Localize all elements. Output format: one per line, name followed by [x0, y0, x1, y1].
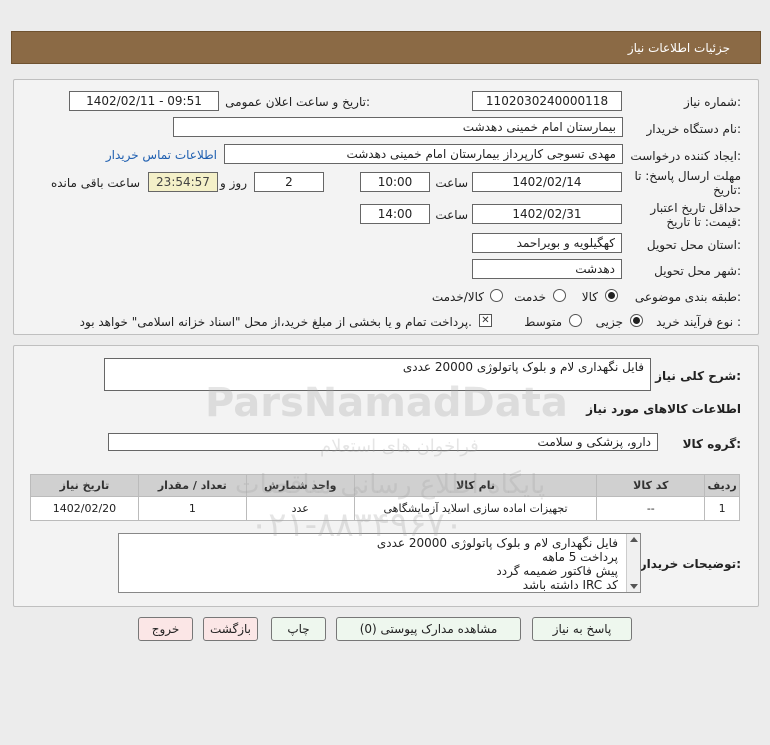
goods-table: ردیف کد کالا نام کالا واحد شمارش تعداد /… [30, 474, 740, 521]
cell-quantity: 1 [137, 496, 247, 521]
radio-selected-dot [633, 317, 640, 324]
process-option-medium: متوسط [524, 315, 562, 329]
days-remaining-field[interactable]: 2 [254, 172, 324, 192]
attachments-button[interactable]: مشاهده مدارک پیوستی (0) [336, 617, 521, 641]
goods-info-title: اطلاعات کالاهای مورد نیاز [586, 402, 741, 416]
category-option-goods-service: کالا/خدمت [431, 290, 484, 304]
process-radio-medium[interactable] [569, 314, 582, 327]
validity-time-label: ساعت [435, 208, 468, 222]
cell-unit: عدد [245, 496, 355, 521]
province-field[interactable]: کهگیلویه و بویراحمد [472, 233, 622, 253]
general-description-field[interactable]: فایل نگهداری لام و بلوک پاتولوژی 20000 ع… [104, 358, 651, 391]
col-quantity: تعداد / مقدار [137, 474, 247, 497]
table-header-row: ردیف کد کالا نام کالا واحد شمارش تعداد /… [30, 474, 740, 497]
validity-label-date: قیمت: تا تاریخ: [666, 215, 741, 229]
validity-date-field[interactable]: 1402/02/31 [472, 204, 622, 224]
need-number-field[interactable]: 1102030240000118 [472, 91, 622, 111]
buyer-notes-label: توضیحات خریدار: [639, 557, 741, 571]
print-button[interactable]: چاپ [271, 617, 326, 641]
remaining-time-label: ساعت باقی مانده [50, 176, 140, 190]
exit-button[interactable]: خروج [138, 617, 193, 641]
treasury-payment-checkbox[interactable]: ✕ [479, 314, 492, 327]
validity-label: حداقل تاریخ اعتبار [650, 201, 741, 215]
announce-datetime-field[interactable]: 1402/02/11 - 09:51 [69, 91, 219, 111]
scroll-up-icon[interactable] [629, 537, 638, 542]
reply-button[interactable]: پاسخ به نیاز [532, 617, 632, 641]
page-header: جزئیات اطلاعات نیاز [11, 31, 761, 64]
deadline-time-field[interactable]: 10:00 [360, 172, 430, 192]
deadline-date-field[interactable]: 1402/02/14 [472, 172, 622, 192]
category-option-goods: کالا [581, 290, 598, 304]
province-label: استان محل تحویل: [646, 238, 741, 252]
cell-row-number: 1 [704, 496, 740, 521]
cell-need-date: 1402/02/20 [30, 496, 139, 521]
goods-group-label: گروه کالا: [682, 437, 741, 451]
deadline-label-date: تاریخ: [713, 183, 741, 197]
col-goods-code: کد کالا [596, 474, 706, 497]
table-row[interactable]: 1 -- تجهیزات اماده سازی اسلاید آزمایشگاه… [30, 496, 740, 521]
category-radio-service[interactable] [553, 289, 566, 302]
buyer-notes-textarea[interactable]: فایل نگهداری لام و بلوک پاتولوژی 20000 ع… [118, 533, 641, 593]
process-option-minor: جزیی [595, 315, 623, 329]
radio-selected-dot [608, 292, 615, 299]
need-number-label: شماره نیاز: [683, 95, 741, 109]
category-radio-goods[interactable] [605, 289, 618, 302]
process-type-label: نوع فرآیند خرید : [656, 315, 741, 329]
buyer-org-field[interactable]: بیمارستان امام خمینی دهدشت [173, 117, 623, 137]
validity-time-field[interactable]: 14:00 [360, 204, 430, 224]
buyer-org-label: نام دستگاه خریدار: [646, 122, 742, 136]
scroll-down-icon[interactable] [630, 584, 638, 589]
back-button[interactable]: بازگشت [203, 617, 258, 641]
col-goods-name: نام کالا [353, 474, 598, 497]
category-radio-goods-service[interactable] [490, 289, 503, 302]
creator-label: ایجاد کننده درخواست: [630, 149, 741, 163]
category-label: طبقه بندی موضوعی: [634, 290, 741, 304]
notes-line: پیش فاکتور ضمیمه گردد [496, 564, 618, 578]
page-title: جزئیات اطلاعات نیاز [627, 41, 730, 55]
process-radio-minor[interactable] [630, 314, 643, 327]
notes-scrollbar[interactable] [626, 534, 640, 592]
col-need-date: تاریخ نیاز [30, 474, 139, 497]
cell-goods-code: -- [596, 496, 706, 521]
goods-group-field[interactable]: دارو، پزشکی و سلامت [108, 433, 658, 451]
general-description-label: شرح کلی نیاز: [655, 369, 741, 383]
deadline-time-label: ساعت [435, 176, 468, 190]
cell-goods-name: تجهیزات اماده سازی اسلاید آزمایشگاهی [353, 496, 598, 521]
announce-datetime-label: تاریخ و ساعت اعلان عمومی: [225, 95, 370, 109]
col-row-number: ردیف [704, 474, 740, 497]
days-label: روز و [220, 176, 247, 190]
remaining-time-field: 23:54:57 [148, 172, 218, 192]
notes-line: کد IRC داشته باشد [522, 578, 618, 592]
deadline-label: مهلت ارسال پاسخ: تا [634, 169, 741, 183]
city-field[interactable]: دهدشت [472, 259, 622, 279]
category-option-service: خدمت [514, 290, 546, 304]
notes-line: پرداخت 5 ماهه [542, 550, 618, 564]
buyer-contact-link[interactable]: اطلاعات تماس خریدار [106, 148, 217, 162]
treasury-payment-note: پرداخت تمام و یا بخشی از مبلغ خرید،از مح… [79, 315, 472, 329]
col-unit: واحد شمارش [245, 474, 355, 497]
notes-line: فایل نگهداری لام و بلوک پاتولوژی 20000 ع… [376, 536, 618, 550]
creator-field[interactable]: مهدی تسوجی کارپرداز بیمارستان امام خمینی… [224, 144, 623, 164]
city-label: شهر محل تحویل: [654, 264, 741, 278]
